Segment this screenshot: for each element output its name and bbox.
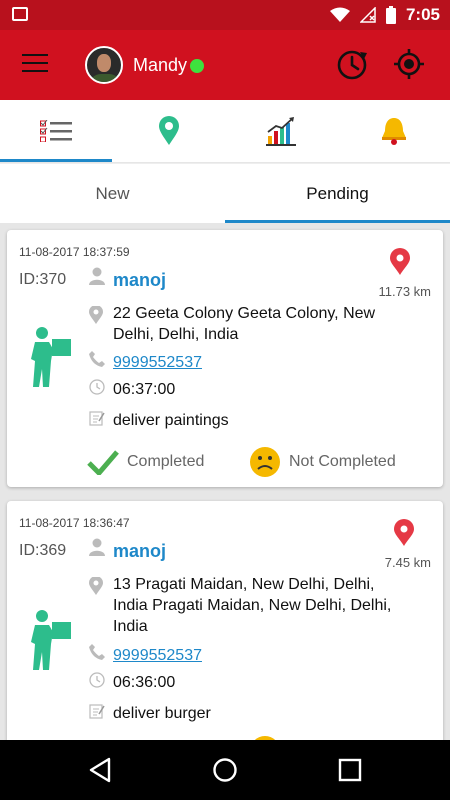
completed-label: Completed: [127, 453, 205, 470]
online-status-icon: [190, 59, 204, 73]
order-id: ID:370: [19, 271, 67, 288]
tab-stats[interactable]: [225, 100, 338, 162]
app-bar: Mandy: [0, 30, 450, 100]
person-icon: [89, 538, 105, 556]
customer-name[interactable]: manoj: [113, 270, 166, 291]
tab-pending[interactable]: Pending: [225, 164, 450, 223]
gps-target-icon[interactable]: [393, 48, 425, 80]
delivery-time: 06:36:00: [113, 674, 176, 691]
phone-icon: [89, 351, 105, 367]
completed-button[interactable]: Completed: [87, 445, 204, 479]
check-icon: [87, 450, 119, 475]
order-note: deliver burger: [113, 705, 211, 722]
note-icon: [89, 704, 105, 719]
avatar[interactable]: [85, 46, 123, 84]
history-icon[interactable]: [336, 47, 370, 81]
menu-icon: [22, 54, 48, 56]
order-date: 11-08-2017 18:36:47: [19, 516, 130, 530]
sad-face-icon: [250, 447, 280, 477]
status-time: 7:05: [405, 5, 440, 24]
location-pin-icon[interactable]: [393, 519, 415, 547]
map-pin-icon: [158, 116, 179, 145]
order-card[interactable]: 11-08-2017 18:37:59 ID:370 manoj 11.73 k…: [7, 230, 443, 487]
person-icon: [89, 267, 105, 285]
clock-icon: [89, 672, 105, 688]
tab-orders[interactable]: [0, 100, 113, 162]
order-date: 11-08-2017 18:37:59: [19, 245, 130, 259]
recents-icon[interactable]: [337, 757, 363, 783]
home-icon[interactable]: [212, 757, 238, 783]
bell-icon: [381, 118, 406, 145]
address-pin-icon: [89, 306, 103, 324]
distance: 7.45 km: [384, 555, 431, 570]
phone-link[interactable]: 9999552537: [113, 354, 202, 372]
clock-icon: [89, 379, 105, 395]
checklist-icon: [40, 120, 73, 142]
phone-link[interactable]: 9999552537: [113, 647, 202, 665]
address: 13 Pragati Maidan, New Delhi, Delhi, Ind…: [113, 576, 392, 635]
tab-notifications[interactable]: [338, 100, 450, 162]
address-pin-icon: [89, 577, 103, 595]
note-icon: [89, 411, 105, 426]
navigation-bar: [0, 740, 450, 800]
back-icon[interactable]: [87, 757, 113, 783]
order-note: deliver paintings: [113, 412, 229, 429]
order-id: ID:369: [19, 542, 67, 559]
battery-icon: [385, 6, 396, 24]
menu-button[interactable]: [22, 54, 48, 74]
user-name: Mandy: [133, 55, 188, 75]
status-bar: 7:05: [0, 0, 450, 30]
phone-icon: [89, 644, 105, 660]
tab-new[interactable]: New: [0, 164, 225, 223]
customer-name[interactable]: manoj: [113, 541, 166, 562]
location-pin-icon[interactable]: [389, 248, 411, 276]
order-list[interactable]: 11-08-2017 18:37:59 ID:370 manoj 11.73 k…: [0, 223, 450, 740]
distance: 11.73 km: [378, 284, 431, 299]
not-completed-button[interactable]: Not Completed: [249, 445, 396, 479]
status-tab-bar: New Pending: [0, 163, 450, 223]
icon-tab-bar: [0, 100, 450, 162]
delivery-man-icon: [31, 610, 71, 670]
delivery-time: 06:37:00: [113, 381, 176, 398]
not-completed-label: Not Completed: [289, 453, 396, 470]
chart-icon: [266, 117, 297, 146]
tab-map[interactable]: [113, 100, 226, 162]
no-signal-icon: [359, 7, 376, 23]
delivery-man-icon: [31, 327, 71, 387]
order-card[interactable]: 11-08-2017 18:36:47 ID:369 manoj 7.45 km…: [7, 501, 443, 740]
wifi-icon: [329, 7, 350, 22]
gallery-notification-icon: [12, 7, 28, 21]
address: 22 Geeta Colony Geeta Colony, New Delhi,…: [113, 305, 376, 343]
